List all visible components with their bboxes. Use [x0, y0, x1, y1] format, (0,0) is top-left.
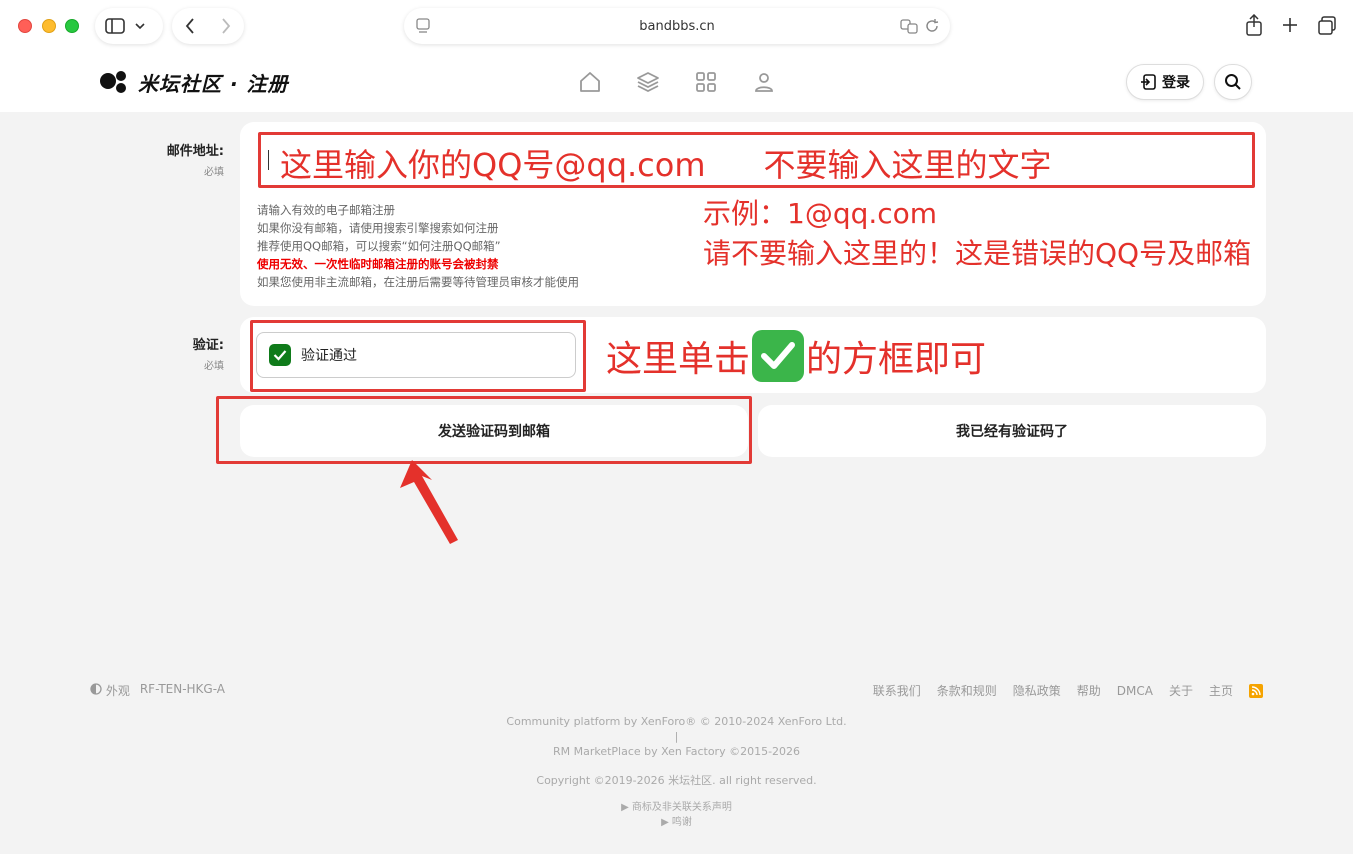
have-code-button[interactable]: 我已经有验证码了	[758, 405, 1266, 457]
footer-link-home[interactable]: 主页	[1209, 682, 1233, 699]
footer-trademark[interactable]: ▶ 商标及非关联关系声明	[0, 798, 1353, 813]
help-warning: 使用无效、一次性临时邮箱注册的账号会被封禁	[257, 257, 499, 271]
forward-icon[interactable]	[221, 18, 231, 34]
logo-mark-icon	[100, 70, 130, 95]
tab-overview-icon[interactable]	[1317, 14, 1337, 36]
footer-link-dmca[interactable]: DMCA	[1117, 684, 1153, 698]
style-chooser[interactable]: 外观	[90, 682, 130, 699]
email-label-group: 邮件地址: 必填	[94, 140, 224, 178]
grid-icon[interactable]	[694, 70, 718, 94]
style-chooser-label: 外观	[105, 684, 130, 698]
annotation-box-send	[216, 396, 752, 464]
help-line: 如果你没有邮箱，请使用搜索引擎搜索如何注册	[257, 221, 499, 235]
footer-left: 外观 RF-TEN-HKG-A	[90, 682, 225, 699]
back-icon[interactable]	[185, 18, 195, 34]
annotation-arrow-icon	[400, 460, 458, 544]
page-title: 米坛社区 · 注册	[138, 72, 289, 96]
example-annotation-2: 请不要输入这里的！这是错误的QQ号及邮箱	[703, 237, 1252, 270]
footer-separator: |	[674, 730, 679, 743]
captcha-annotation-after: 的方框即可	[806, 339, 987, 380]
footer-link-about[interactable]: 关于	[1169, 682, 1193, 699]
palette-icon	[90, 683, 102, 695]
registration-form: 邮件地址: 必填 这里输入你的QQ号@qq.com 不要输入这里的文字 请输入有效…	[0, 112, 1353, 854]
login-label: 登录	[1162, 75, 1190, 91]
captcha-annotation-before: 这里单击	[606, 339, 751, 380]
new-tab-icon[interactable]	[1281, 14, 1299, 36]
zoom-window-button[interactable]	[65, 19, 79, 33]
captcha-annotation: 这里单击 的方框即可	[606, 330, 986, 382]
verify-label: 验证:	[192, 338, 224, 353]
email-help: 请输入有效的电子邮箱注册 如果你没有邮箱，请使用搜索引擎搜索如何注册 推荐使用Q…	[257, 201, 579, 291]
email-label: 邮件地址:	[166, 144, 224, 159]
site-header: 米坛社区 · 注册 登录	[0, 54, 1353, 112]
home-icon[interactable]	[578, 70, 602, 94]
share-icon[interactable]	[1245, 14, 1263, 36]
site-logo[interactable]: 米坛社区 · 注册	[100, 68, 289, 97]
verify-required: 必填	[204, 361, 224, 372]
browser-toolbar: bandbbs.cn	[0, 0, 1353, 54]
layers-icon[interactable]	[636, 70, 660, 94]
footer-links: 联系我们 条款和规则 隐私政策 帮助 DMCA 关于 主页	[873, 682, 1263, 699]
search-button[interactable]	[1214, 64, 1252, 100]
help-line: 如果您使用非主流邮箱，在注册后需要等待管理员审核才能使用	[257, 275, 579, 289]
reload-icon[interactable]	[924, 17, 940, 35]
url-text: bandbbs.cn	[639, 18, 715, 34]
annotation-box-email	[258, 132, 1255, 188]
translate-icon[interactable]	[900, 17, 918, 35]
close-window-button[interactable]	[18, 19, 32, 33]
search-icon	[1225, 74, 1241, 90]
footer-link-terms[interactable]: 条款和规则	[937, 682, 997, 699]
example-annotation: 示例：1@qq.com 请不要输入这里的！这是错误的QQ号及邮箱	[703, 194, 1263, 274]
sidebar-icon	[105, 18, 125, 34]
rss-icon[interactable]	[1249, 683, 1263, 698]
help-line: 推荐使用QQ邮箱，可以搜索“如何注册QQ邮箱”	[257, 239, 501, 253]
minimize-window-button[interactable]	[42, 19, 56, 33]
sidebar-toggle[interactable]	[95, 8, 163, 44]
login-button[interactable]: 登录	[1126, 64, 1204, 100]
check-mark-emoji-icon	[752, 330, 805, 382]
server-id: RF-TEN-HKG-A	[139, 682, 225, 696]
address-bar[interactable]: bandbbs.cn	[404, 8, 950, 44]
annotation-box-captcha	[250, 320, 586, 392]
have-code-label: 我已经有验证码了	[956, 424, 1068, 440]
footer-marketplace[interactable]: RM MarketPlace by Xen Factory ©2015-2026	[0, 745, 1353, 758]
verify-label-group: 验证: 必填	[94, 334, 224, 372]
footer-link-contact[interactable]: 联系我们	[873, 682, 921, 699]
footer-xenforo[interactable]: Community platform by XenForo® © 2010-20…	[0, 715, 1353, 728]
history-nav	[172, 8, 244, 44]
footer-link-privacy[interactable]: 隐私政策	[1013, 682, 1061, 699]
user-icon[interactable]	[752, 70, 776, 94]
footer-copyright: Copyright ©2019-2026 米坛社区. all right res…	[536, 774, 817, 787]
help-line: 请输入有效的电子邮箱注册	[257, 203, 395, 217]
page-menu-icon[interactable]	[416, 18, 430, 34]
footer-thanks[interactable]: ▶ 鸣谢	[0, 813, 1353, 828]
email-required: 必填	[204, 167, 224, 178]
example-annotation-1: 示例：1@qq.com	[703, 197, 938, 230]
chevron-down-icon	[135, 23, 145, 30]
footer-link-help[interactable]: 帮助	[1077, 682, 1101, 699]
login-icon	[1141, 74, 1156, 90]
